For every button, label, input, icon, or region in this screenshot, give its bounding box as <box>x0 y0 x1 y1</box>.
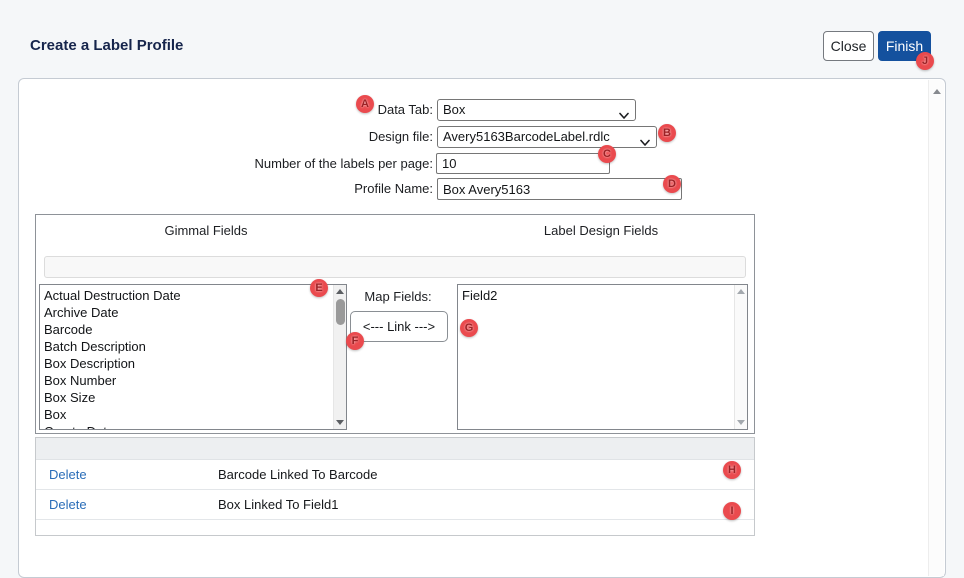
annotation-marker-b: B <box>658 124 676 142</box>
annotation-marker-f: F <box>346 332 364 350</box>
list-item[interactable]: Batch Description <box>44 338 331 355</box>
gimmal-listbox-scrollbar[interactable] <box>333 285 346 429</box>
labels-per-page-label: Number of the labels per page: <box>19 153 433 175</box>
map-fields-label: Map Fields: <box>348 289 448 304</box>
list-item[interactable]: Archive Date <box>44 304 331 321</box>
scroll-up-icon[interactable] <box>933 89 941 94</box>
annotation-marker-i: I <box>723 502 741 520</box>
annotation-marker-c: C <box>598 145 616 163</box>
scroll-down-icon[interactable] <box>336 420 344 425</box>
label-design-fields-header: Label Design Fields <box>451 223 751 238</box>
label-design-fields-listbox[interactable]: Field2 <box>457 284 748 430</box>
annotation-marker-e: E <box>310 279 328 297</box>
link-description: Box Linked To Field1 <box>218 490 338 520</box>
design-listbox-scrollbar[interactable] <box>734 285 747 429</box>
list-item[interactable]: Box Description <box>44 355 331 372</box>
labels-per-page-input[interactable] <box>436 153 610 174</box>
page-title: Create a Label Profile <box>30 37 183 54</box>
scroll-up-icon[interactable] <box>336 289 344 294</box>
scroll-up-icon[interactable] <box>737 289 745 294</box>
table-row: Delete Box Linked To Field1 <box>36 490 754 520</box>
delete-link[interactable]: Delete <box>49 490 87 520</box>
list-item[interactable]: Box Number <box>44 372 331 389</box>
label-design-fields-list: Field2 <box>462 287 732 429</box>
design-file-select[interactable]: Avery5163BarcodeLabel.rdlc <box>437 126 657 148</box>
list-item[interactable]: Box <box>44 406 331 423</box>
list-item[interactable]: Field2 <box>462 287 732 304</box>
close-button[interactable]: Close <box>823 31 874 61</box>
annotation-marker-d: D <box>663 175 681 193</box>
list-item[interactable]: Create Date <box>44 423 331 429</box>
annotation-marker-g: G <box>460 319 478 337</box>
gimmal-fields-listbox[interactable]: Actual Destruction DateArchive DateBarco… <box>39 284 347 430</box>
link-button[interactable]: <--- Link ---> <box>350 311 448 342</box>
chevron-down-icon <box>619 106 629 126</box>
chevron-down-icon <box>640 133 650 153</box>
annotation-marker-j: J <box>916 52 934 70</box>
profile-name-input[interactable] <box>437 178 682 200</box>
link-description: Barcode Linked To Barcode <box>218 460 377 490</box>
data-tab-selected-value: Box <box>443 102 465 117</box>
profile-name-label: Profile Name: <box>19 178 433 200</box>
delete-link[interactable]: Delete <box>49 460 87 490</box>
list-item[interactable]: Barcode <box>44 321 331 338</box>
table-header-row <box>36 438 754 460</box>
scroll-down-icon[interactable] <box>737 420 745 425</box>
scrollbar-thumb[interactable] <box>336 299 345 325</box>
fields-filter-input[interactable] <box>44 256 746 278</box>
annotation-marker-h: H <box>723 461 741 479</box>
linked-fields-table: Delete Barcode Linked To Barcode Delete Box… <box>35 437 755 536</box>
gimmal-fields-header: Gimmal Fields <box>36 223 376 238</box>
design-file-selected-value: Avery5163BarcodeLabel.rdlc <box>443 129 610 144</box>
data-tab-select[interactable]: Box <box>437 99 636 121</box>
table-row: Delete Barcode Linked To Barcode <box>36 460 754 490</box>
panel-scrollbar[interactable] <box>928 80 944 576</box>
list-item[interactable]: Box Size <box>44 389 331 406</box>
profile-panel: Data Tab: Box Design file: Avery5163Barc… <box>18 78 946 578</box>
field-mapping-box: Gimmal Fields Label Design Fields Actual… <box>35 214 755 434</box>
gimmal-fields-list: Actual Destruction DateArchive DateBarco… <box>44 287 331 429</box>
annotation-marker-a: A <box>356 95 374 113</box>
design-file-label: Design file: <box>19 126 433 148</box>
list-item[interactable]: Actual Destruction Date <box>44 287 331 304</box>
